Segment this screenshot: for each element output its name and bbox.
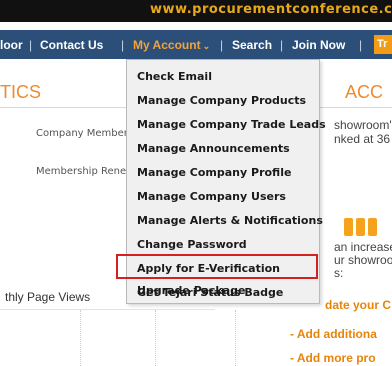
update-profile-link[interactable]: date your C [325, 298, 391, 312]
nav-tab-button[interactable]: Tr [374, 35, 392, 54]
highlight-box [116, 254, 318, 279]
nav-separator: | [29, 38, 33, 52]
nav-separator: | [220, 38, 224, 52]
company-members-label: Company Members [36, 128, 134, 139]
membership-renewal-label: Membership Renew [36, 166, 135, 177]
nav-item-my-account-label: My Account [133, 38, 201, 52]
top-banner: www.procurementconference.c [0, 0, 392, 22]
nav-item-contact-us[interactable]: Contact Us [40, 38, 103, 52]
main-nav: loor | Contact Us | My Account ⌄ | Search… [0, 30, 392, 59]
nav-item-my-account[interactable]: My Account ⌄ [133, 38, 210, 52]
showroom-text-line2: nked at 36 [334, 132, 391, 146]
menu-item-manage-company-users[interactable]: Manage Company Users [137, 190, 286, 203]
menu-item-upgrade-package[interactable]: Upgrade Package [137, 284, 245, 297]
nav-item-join-now[interactable]: Join Now [292, 38, 345, 52]
showroom-text-line1: showroom' [334, 118, 392, 132]
add-additional-link[interactable]: - Add additiona [290, 327, 377, 341]
menu-item-manage-company-profile[interactable]: Manage Company Profile [137, 166, 291, 179]
rank-bar-icon [368, 218, 377, 236]
nav-separator: | [280, 38, 284, 52]
account-heading: ACC [345, 82, 384, 102]
increase-text-line2: ur showroo [334, 253, 392, 267]
nav-item-search[interactable]: Search [232, 38, 272, 52]
nav-separator: | [359, 38, 363, 52]
menu-item-manage-announcements[interactable]: Manage Announcements [137, 142, 290, 155]
menu-item-manage-alerts[interactable]: Manage Alerts & Notifications [137, 214, 323, 227]
menu-item-manage-company-products[interactable]: Manage Company Products [137, 94, 306, 107]
menu-item-change-password[interactable]: Change Password [137, 238, 247, 251]
nav-separator: | [121, 38, 125, 52]
grid-line [155, 310, 156, 366]
nav-item-floor[interactable]: loor [0, 38, 23, 52]
grid-line [235, 310, 236, 366]
menu-item-check-email[interactable]: Check Email [137, 70, 212, 83]
grid-line [80, 310, 81, 366]
monthly-page-views-label: thly Page Views [5, 290, 91, 304]
chevron-down-icon: ⌄ [202, 41, 211, 51]
add-more-products-link[interactable]: - Add more pro [290, 351, 376, 365]
statistics-heading: TICS [0, 82, 42, 102]
increase-text-line1: an increase [334, 240, 392, 254]
increase-text-line3: s: [334, 266, 344, 280]
rank-bar-icon [356, 218, 365, 236]
nav-tab-label: Tr [377, 38, 388, 50]
banner-url: www.procurementconference.c [150, 2, 392, 17]
section-divider [0, 309, 215, 310]
menu-item-manage-trade-leads[interactable]: Manage Company Trade Leads [137, 118, 326, 131]
rank-bar-icon [344, 218, 353, 236]
